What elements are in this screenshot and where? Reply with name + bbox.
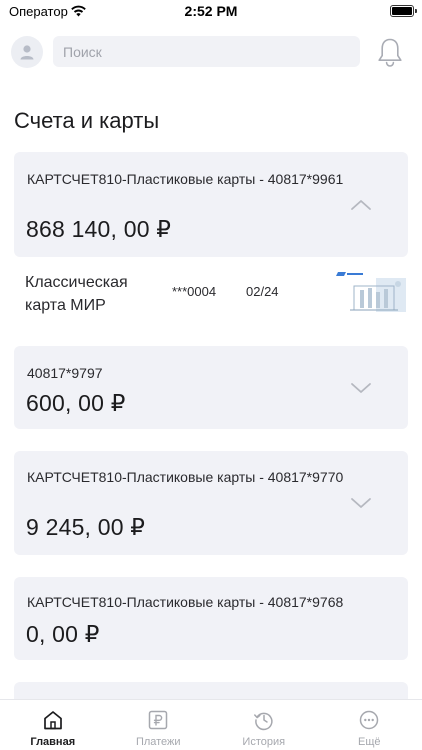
account-name: КАРТСЧЕТ810-Пластиковые карты - 40817*97…	[27, 594, 344, 610]
tab-label: История	[242, 736, 286, 748]
ruble-icon	[149, 710, 168, 730]
account-card[interactable]: КАРТСЧЕТ810-Пластиковые карты - 40817*97…	[14, 451, 408, 555]
bell-icon	[378, 38, 402, 67]
account-name: КАРТСЧЕТ810-Пластиковые карты - 40817*97…	[27, 469, 344, 485]
tab-label: Главная	[30, 736, 76, 748]
account-name: КАРТСЧЕТ810-Пластиковые карты - 40817*99…	[27, 171, 344, 187]
bank-card-title: Классическая карта МИР	[25, 274, 128, 314]
chevron-down-icon[interactable]	[350, 496, 372, 510]
accounts-section-title: Счета и карты	[14, 108, 160, 133]
battery-icon	[390, 5, 417, 17]
home-icon	[43, 711, 62, 730]
account-name: 40817*9797	[27, 365, 103, 381]
notifications-button[interactable]	[375, 36, 405, 68]
tab-payments[interactable]: Платежи	[106, 700, 212, 750]
history-icon	[253, 712, 273, 731]
account-balance: 9 245, 00 ₽	[26, 514, 146, 540]
tab-home[interactable]: Главная	[0, 700, 106, 750]
chevron-down-icon[interactable]	[350, 381, 372, 395]
more-icon	[360, 710, 379, 730]
profile-avatar[interactable]	[11, 36, 43, 68]
tab-history[interactable]: История	[211, 700, 317, 750]
search-input[interactable]	[53, 36, 360, 67]
account-card[interactable]: КАРТСЧЕТ810-Пластиковые карты - 40817*97…	[14, 577, 408, 660]
tab-label: Платежи	[135, 736, 181, 748]
chevron-up-icon[interactable]	[350, 198, 372, 212]
tab-more[interactable]: Ещё	[317, 700, 422, 750]
bank-card-image	[328, 270, 410, 320]
user-icon	[20, 45, 34, 60]
account-balance: 0, 00 ₽	[26, 621, 100, 647]
bank-card-expiry: 02/24	[246, 284, 279, 299]
account-balance: 600, 00 ₽	[26, 390, 126, 416]
search-bar[interactable]	[53, 36, 360, 67]
account-balance: 868 140, 00 ₽	[26, 216, 172, 242]
bank-card-row[interactable]: Классическая карта МИР ***0004 02/24	[14, 262, 410, 326]
status-time: 2:52 PM	[184, 3, 238, 19]
bottom-tab-bar: Главная Платежи История Ещё	[0, 699, 422, 750]
account-card[interactable]: КАРТСЧЕТ810-Пластиковые карты - 40817*99…	[14, 152, 408, 257]
status-bar: Оператор 2:52 PM	[0, 0, 422, 24]
tab-label: Ещё	[357, 736, 381, 748]
bank-card-number: ***0004	[172, 284, 217, 299]
account-card[interactable]: 40817*9797 600, 00 ₽	[14, 346, 408, 429]
